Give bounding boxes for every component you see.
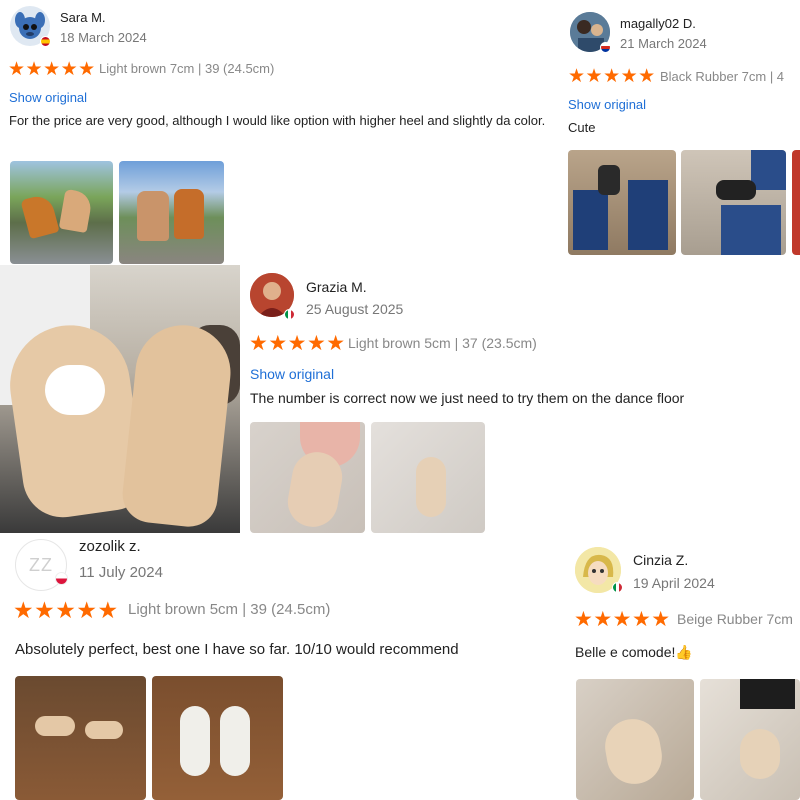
review-date: 11 July 2024 [79,564,163,581]
review-card-magally: magally02 D. 21 March 2024 ★★★★★ Black R… [560,0,800,265]
review-photo[interactable] [15,676,146,800]
star-rating: ★★★★★ [249,332,346,355]
show-original-link[interactable]: Show original [250,366,334,382]
review-photo[interactable] [681,150,786,255]
review-date: 21 March 2024 [620,36,707,51]
review-date: 19 April 2024 [633,575,715,591]
reviewer-name: Cinzia Z. [633,552,689,568]
show-original-link[interactable]: Show original [568,97,646,112]
star-rating: ★★★★★ [574,608,671,631]
review-date: 25 August 2025 [306,301,404,317]
review-card-grazia: Grazia M. 25 August 2025 ★★★★★ Light bro… [240,265,800,533]
review-photo[interactable] [700,679,800,800]
reviewer-name: Sara M. [60,10,106,25]
review-photo[interactable] [792,150,800,255]
flag-poland-icon [55,572,68,585]
review-photo[interactable] [152,676,283,800]
flag-icon [600,42,611,53]
review-photo[interactable] [371,422,485,533]
review-text: For the price are very good, although I … [9,113,546,128]
flag-spain-icon [40,36,51,47]
review-photo[interactable] [250,422,365,533]
review-card-sara: Sara M. 18 March 2024 ★★★★★ Light brown … [0,0,560,265]
review-text: Absolutely perfect, best one I have so f… [15,641,459,658]
star-rating: ★★★★★ [13,597,119,623]
review-photo[interactable] [576,679,694,800]
variant-label: Light brown 5cm | 39 (24.5cm) [128,601,331,618]
review-card-zozolik: ZZ zozolik z. 11 July 2024 ★★★★★ Light b… [0,533,565,800]
variant-label: Black Rubber 7cm | 4 [660,69,785,84]
review-text: Cute [568,120,596,135]
review-card-cinzia: Cinzia Z. 19 April 2024 ★★★★★ Beige Rubb… [565,533,800,800]
show-original-link[interactable]: Show original [9,90,87,105]
reviewer-name: Grazia M. [306,279,367,295]
flag-italy-icon [284,309,295,320]
review-text: Belle e comode!👍 [575,644,693,660]
review-photo-large[interactable] [0,265,240,533]
review-photo[interactable] [119,161,224,264]
flag-italy-icon [612,582,623,593]
star-rating: ★★★★★ [568,66,656,87]
avatar-initials: ZZ [29,554,53,575]
variant-label: Light brown 7cm | 39 (24.5cm) [99,61,275,76]
variant-label: Light brown 5cm | 37 (23.5cm) [348,335,537,351]
reviewer-name: zozolik z. [79,538,141,555]
review-photo[interactable] [568,150,676,255]
review-date: 18 March 2024 [60,30,147,45]
variant-label: Beige Rubber 7cm [677,611,793,627]
reviewer-name: magally02 D. [620,16,696,31]
review-text: The number is correct now we just need t… [250,390,685,406]
review-photo[interactable] [10,161,113,264]
star-rating: ★★★★★ [8,59,96,80]
